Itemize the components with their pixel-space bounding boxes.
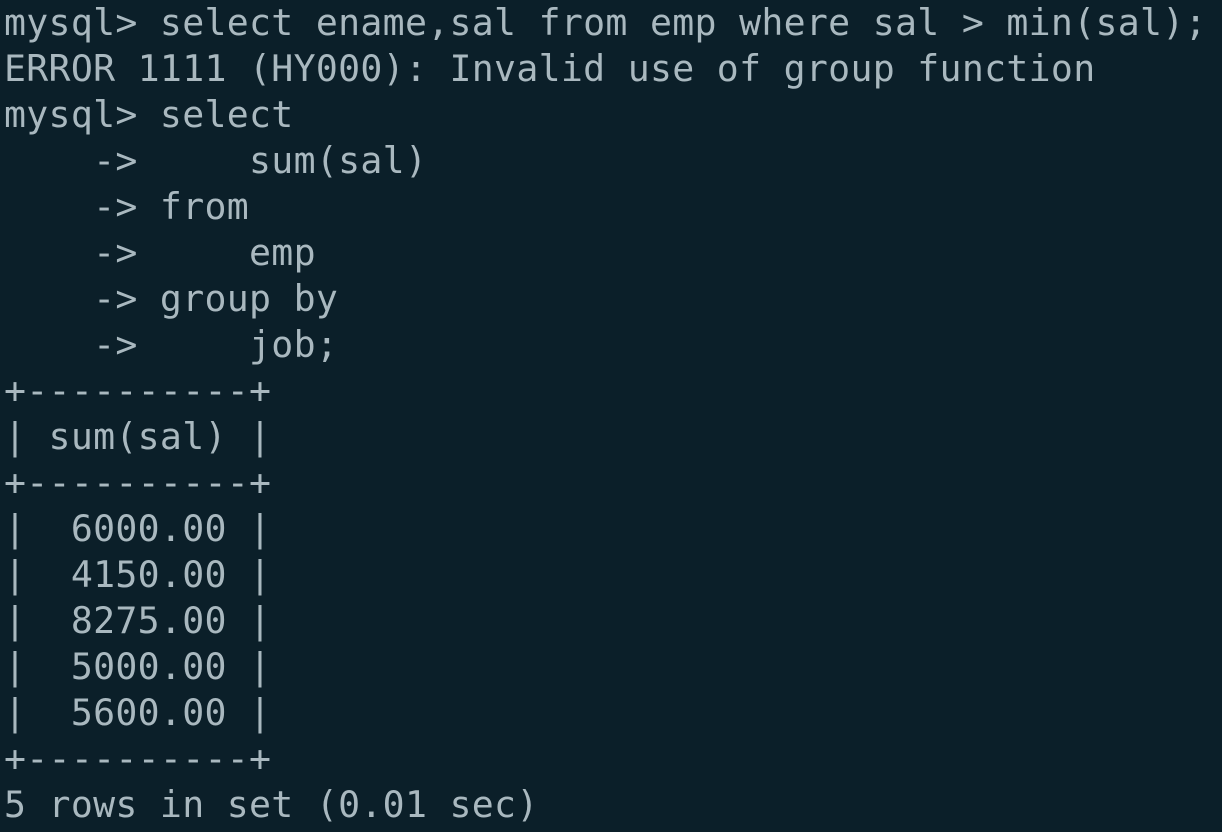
table-border: +----------+ xyxy=(4,461,272,504)
result-summary: 5 rows in set (0.01 sec) xyxy=(4,783,539,826)
table-row: | 8275.00 | xyxy=(4,599,272,642)
table-row: | 5000.00 | xyxy=(4,645,272,688)
error-line: ERROR 1111 (HY000): Invalid use of group… xyxy=(4,47,1096,90)
continuation-line: -> from xyxy=(4,185,250,228)
continuation-line: -> group by xyxy=(4,277,339,320)
terminal-window[interactable]: mysql> select ename,sal from emp where s… xyxy=(0,0,1222,832)
table-border: +----------+ xyxy=(4,737,272,780)
table-row: | 5600.00 | xyxy=(4,691,272,734)
table-header-row: | sum(sal) | xyxy=(4,415,272,458)
table-border: +----------+ xyxy=(4,369,272,412)
continuation-line: -> emp xyxy=(4,231,316,274)
command-line: mysql> select ename,sal from emp where s… xyxy=(4,1,1207,44)
command-line: mysql> select xyxy=(4,93,294,136)
continuation-line: -> sum(sal) xyxy=(4,139,428,182)
continuation-line: -> job; xyxy=(4,323,339,366)
table-row: | 6000.00 | xyxy=(4,507,272,550)
table-row: | 4150.00 | xyxy=(4,553,272,596)
